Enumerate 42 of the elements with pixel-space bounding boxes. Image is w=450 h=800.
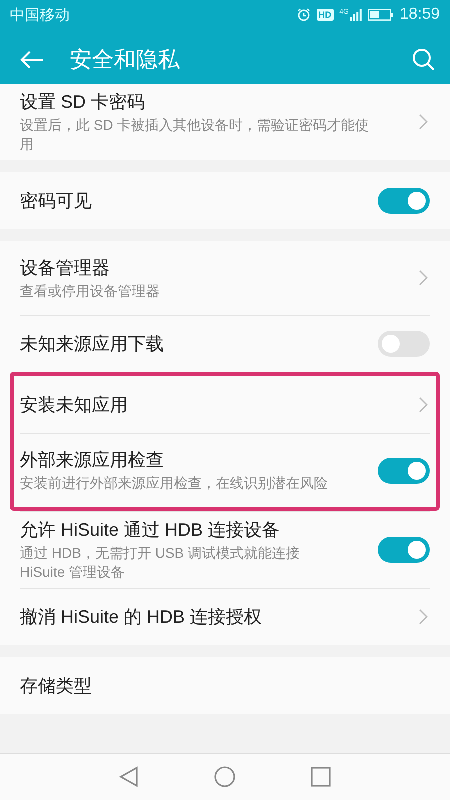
settings-row[interactable]: 存储类型 [20,657,430,714]
row-title: 设备管理器 [20,256,111,280]
back-button[interactable] [20,50,44,70]
settings-row[interactable]: 安装未知应用 [20,376,430,433]
row-title: 存储类型 [20,674,93,698]
chevron-icon [419,114,428,130]
settings-row[interactable]: 设备管理器 查看或停用设备管理器 [20,241,430,315]
row-subtitle: 设置后，此 SD 卡被插入其他设备时，需验证密码才能使用 [20,116,370,154]
search-button[interactable] [412,48,436,72]
toggle-switch[interactable] [378,188,430,214]
row-subtitle: 通过 HDB，无需打开 USB 调试模式就能连接 HiSuite 管理设备 [20,544,302,582]
row-subtitle: 查看或停用设备管理器 [20,282,161,300]
chevron-icon [419,270,428,286]
chevron-icon [419,396,428,412]
row-title: 设置 SD 卡密码 [20,91,146,114]
toggle-switch[interactable] [378,331,430,357]
signal-icon [350,9,362,21]
settings-row[interactable]: 允许 HiSuite 通过 HDB 连接设备 通过 HDB，无需打开 USB 调试模式就能连接 HiSuite 管理设备 [20,511,430,588]
battery-icon [368,9,394,21]
toggle-switch[interactable] [378,458,430,484]
row-subtitle: 安装前进行外部来源应用检查，在线识别潜在风险 [20,474,329,493]
alarm-icon [296,8,311,22]
hd-badge: HD [316,9,334,21]
row-title: 未知来源应用下载 [20,333,165,356]
settings-row[interactable]: 未知来源应用下载 [20,315,430,372]
row-title: 安装未知应用 [20,394,129,416]
home-button[interactable] [214,766,236,788]
recents-button[interactable] [311,767,331,787]
row-title: 撤消 HiSuite 的 HDB 连接授权 [20,606,264,629]
toggle-switch[interactable] [378,537,430,563]
clock-time: 18:59 [400,6,440,24]
row-title: 密码可见 [20,190,93,212]
settings-row[interactable]: 密码可见 [20,172,430,229]
settings-row[interactable]: 撤消 HiSuite 的 HDB 连接授权 [20,588,430,645]
carrier-name: 中国移动 [10,6,70,24]
settings-row[interactable]: 外部来源应用检查 安装前进行外部来源应用检查，在线识别潜在风险 [20,433,430,507]
back-nav-button[interactable] [119,766,139,788]
row-title: 允许 HiSuite 通过 HDB 连接设备 [20,519,282,542]
page-title: 安全和隐私 [70,46,181,74]
row-title: 外部来源应用检查 [20,449,165,472]
settings-row[interactable]: 设置 SD 卡密码 设置后，此 SD 卡被插入其他设备时，需验证密码才能使用 [20,84,430,160]
chevron-icon [419,609,428,625]
